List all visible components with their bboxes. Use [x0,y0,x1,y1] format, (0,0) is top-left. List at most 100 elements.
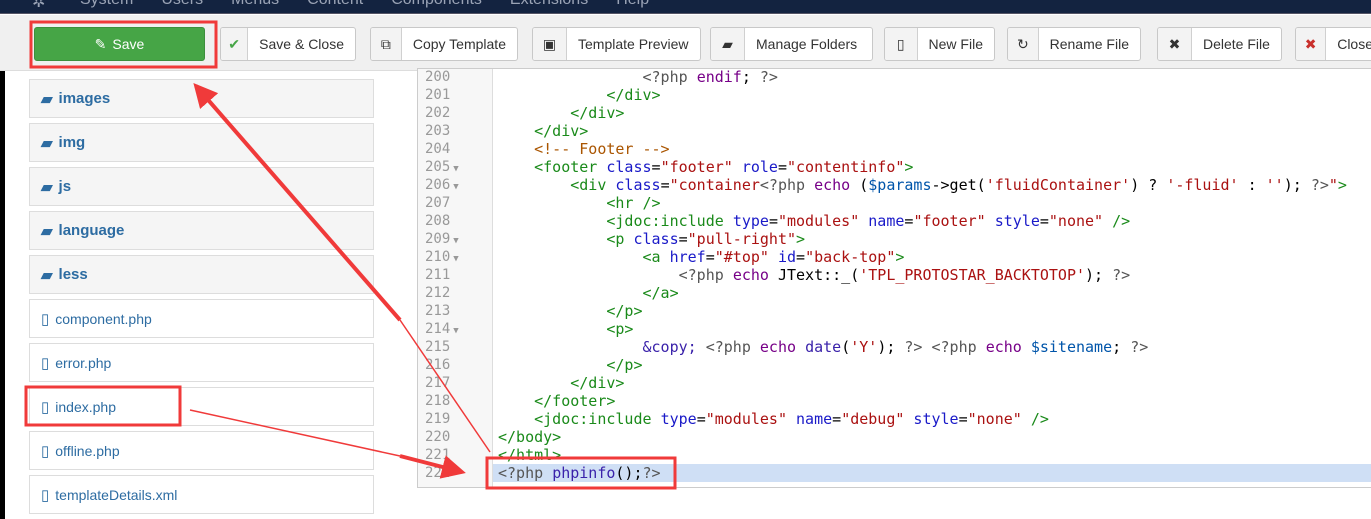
fold-arrow-icon[interactable]: ▼ [453,164,458,174]
template-preview-button[interactable]: ▣ Template Preview [532,27,701,61]
code-line[interactable]: </div> [493,86,1371,104]
code-line[interactable]: <div class="container<?php echo ($params… [493,176,1371,194]
code-token: ?> [759,68,778,86]
fold-arrow-icon[interactable]: ▼ [453,326,458,336]
new-file-button[interactable]: ▯ New File [884,27,995,61]
menu-users[interactable]: Users [161,0,203,9]
code-line[interactable]: <footer class="footer" role="contentinfo… [493,158,1371,176]
line-number: 213 [418,302,492,320]
code-line[interactable]: &copy; <?php echo date('Y'); ?> <?php ec… [493,338,1371,356]
save-close-button[interactable]: ✔ Save & Close [220,27,356,61]
code-token: </p> [606,302,643,320]
tree-item-img[interactable]: ▰ img [29,123,374,162]
code-line[interactable]: <p class="pull-right"> [493,230,1371,248]
tree-item-label: less [58,266,88,283]
code-line[interactable]: <?php endif; ?> [493,68,1371,86]
close-button[interactable]: ✖ Close [1295,27,1371,61]
line-number-text: 206 [425,177,451,193]
copy-icon: ⧉ [371,28,402,60]
code-token: <?php [705,338,760,356]
button-label: Close [1337,36,1371,52]
code-line[interactable]: <?php phpinfo();?> [493,464,1371,482]
fold-arrow-icon[interactable]: ▼ [453,182,458,192]
fold-arrow-icon[interactable]: ▼ [453,236,458,246]
code-line[interactable]: </html> [493,446,1371,464]
code-token: ?> <?php [904,338,986,356]
tree-item-js[interactable]: ▰ js [29,167,374,206]
refresh-icon: ↻ [1008,28,1039,60]
save-button[interactable]: ✎ Save [34,27,205,61]
line-number: 208 [418,212,492,230]
code-token: ?> [1310,176,1329,194]
cancel-circle-icon: ✖ [1296,28,1327,60]
code-token: = [696,410,706,428]
code-line[interactable]: </a> [493,284,1371,302]
delete-file-button[interactable]: ✖ Delete File [1157,27,1282,61]
manage-folders-button[interactable]: ▰ Manage Folders [710,27,873,61]
line-number-text: 215 [425,339,451,355]
code-token: </div> [570,374,625,392]
code-token: ); [1085,266,1113,284]
code-line[interactable]: <a href="#top" id="back-top"> [493,248,1371,266]
rename-file-button[interactable]: ↻ Rename File [1007,27,1141,61]
code-token: <?php [678,266,733,284]
code-token: <div [570,176,616,194]
menu-components[interactable]: Components [391,0,482,9]
code-token: ); [1283,176,1311,194]
code-line[interactable]: <jdoc:include type="modules" name="debug… [493,410,1371,428]
code-line[interactable]: <?php echo JText::_('TPL_PROTOSTAR_BACKT… [493,266,1371,284]
code-token: </div> [534,122,589,140]
menu-content[interactable]: Content [307,0,363,9]
tree-item-index-php[interactable]: ▯ index.php [29,387,374,426]
line-number-text: 200 [425,69,451,85]
menu-system[interactable]: System [80,0,133,9]
tree-item-images[interactable]: ▰ images [29,79,374,118]
line-number-text: 216 [425,357,451,373]
code-editor[interactable]: 200 201 202 203 204 205 ▼ 206 ▼ 207 208 209 ▼ 210 ▼ 211… [417,68,1371,488]
tree-item-error-php[interactable]: ▯ error.php [29,343,374,382]
line-number: 207 [418,194,492,212]
tree-item-less[interactable]: ▰ less [29,255,374,294]
tree-item-templatedetails-xml[interactable]: ▯ templateDetails.xml [29,475,374,514]
joomla-logo-icon[interactable]: ✲ [32,0,45,12]
code-token: </footer> [534,392,616,410]
menu-extensions[interactable]: Extensions [510,0,588,9]
line-number-text: 211 [425,267,451,283]
code-token: echo [759,338,797,356]
code-token: ) ? [1130,176,1167,194]
code-line[interactable]: </p> [493,356,1371,374]
line-number-text: 213 [425,303,451,319]
code-line[interactable]: </p> [493,302,1371,320]
tree-item-language[interactable]: ▰ language [29,211,374,250]
file-icon: ▯ [41,486,50,504]
copy-template-button[interactable]: ⧉ Copy Template [370,27,518,61]
fold-arrow-icon[interactable]: ▼ [453,254,458,264]
code-token: "debug" [841,410,905,428]
code-line[interactable]: <!-- Footer --> [493,140,1371,158]
code-line[interactable]: </div> [493,122,1371,140]
code-token: name [787,410,833,428]
code-line[interactable]: </div> [493,104,1371,122]
code-line[interactable]: <jdoc:include type="modules" name="foote… [493,212,1371,230]
tree-item-offline-php[interactable]: ▯ offline.php [29,431,374,470]
top-navigation: ✲ System Users Menus Content Components Exten… [0,0,1371,14]
menu-menus[interactable]: Menus [231,0,279,9]
menu-help[interactable]: Help [616,0,649,9]
tree-item-component-php[interactable]: ▯ component.php [29,299,374,338]
code-line[interactable]: <hr /> [493,194,1371,212]
code-token: <?php [759,176,815,194]
code-line[interactable]: </footer> [493,392,1371,410]
code-token: ?> [1112,266,1131,284]
code-token: (); [615,464,643,482]
code-token: <a [642,248,670,266]
code-token: role [732,158,778,176]
line-number-text: 212 [425,285,451,301]
line-number-gutter: 200 201 202 203 204 205 ▼ 206 ▼ 207 208 209 ▼ 210 ▼ 211… [418,69,493,487]
code-line[interactable]: </div> [493,374,1371,392]
code-line[interactable]: </body> [493,428,1371,446]
code-line[interactable]: <p> [493,320,1371,338]
folder-open-icon: ▰ [41,178,53,196]
